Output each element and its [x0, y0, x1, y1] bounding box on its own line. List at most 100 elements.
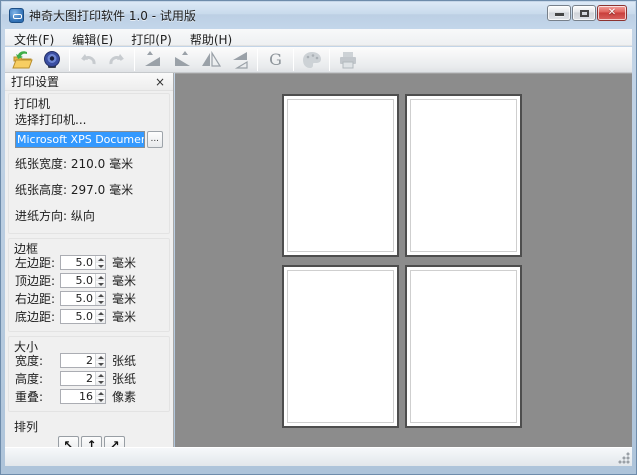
- title-bar: 神奇大图打印软件 1.0 - 试用版 ✕: [2, 2, 635, 29]
- menu-help[interactable]: 帮助(H): [181, 30, 241, 47]
- printer-name-value: Microsoft XPS Document Writer: [16, 132, 144, 147]
- margin-top-stepper[interactable]: 5.0: [60, 273, 106, 288]
- spinner-down-icon[interactable]: [96, 298, 105, 305]
- arrange-group: 排列 ↖ ↑ ↗ ← → ↙ ↓ ↘: [8, 416, 170, 447]
- margin-right-label: 右边距:: [15, 292, 56, 306]
- arrange-group-label: 排列: [14, 420, 39, 434]
- redo-button: [102, 48, 131, 72]
- paper-height-unit: 毫米: [109, 183, 134, 197]
- feed-direction-label: 进纸方向:: [15, 209, 68, 223]
- close-button[interactable]: ✕: [597, 5, 627, 21]
- panel-title: 打印设置: [11, 75, 60, 89]
- rotate-left-button[interactable]: [138, 48, 167, 72]
- overlap-label: 重叠:: [15, 390, 44, 404]
- minimize-icon: [555, 13, 564, 16]
- menu-print[interactable]: 打印(P): [122, 30, 181, 47]
- margin-right-value: 5.0: [75, 292, 94, 305]
- spinner-down-icon[interactable]: [96, 378, 105, 385]
- flip-vertical-icon: [230, 51, 250, 69]
- resize-grip-icon[interactable]: [617, 451, 630, 464]
- width-unit: 张纸: [112, 354, 137, 368]
- maximize-button[interactable]: [572, 5, 596, 21]
- paper-height-label: 纸张高度:: [15, 183, 68, 197]
- height-stepper[interactable]: 2: [60, 371, 106, 386]
- spinner-down-icon[interactable]: [96, 396, 105, 403]
- window-controls: ✕: [547, 5, 627, 21]
- undo-button: [73, 48, 102, 72]
- rotate-right-button[interactable]: [167, 48, 196, 72]
- margins-group-label: 边框: [14, 242, 39, 256]
- flip-horizontal-button[interactable]: [196, 48, 225, 72]
- spinner-down-icon[interactable]: [96, 262, 105, 269]
- toolbar-separator: [69, 48, 70, 71]
- toolbar-separator: [329, 48, 330, 71]
- size-group-label: 大小: [14, 340, 39, 354]
- margin-left-value: 5.0: [75, 256, 94, 269]
- panel-close-icon[interactable]: ×: [153, 76, 167, 88]
- select-printer-label: 选择打印机...: [15, 113, 87, 127]
- margin-left-stepper[interactable]: 5.0: [60, 255, 106, 270]
- panel-header: 打印设置 ×: [5, 73, 173, 91]
- app-window: 神奇大图打印软件 1.0 - 试用版 ✕ 文件(F) 编辑(E) 打印(P) 帮…: [0, 0, 637, 475]
- page-preview-4[interactable]: [405, 265, 522, 428]
- paper-width-info: 纸张宽度: 210.0 毫米: [12, 150, 166, 176]
- spinner-down-icon[interactable]: [96, 316, 105, 323]
- rotate-right-icon: [172, 50, 192, 69]
- printer-name-input[interactable]: Microsoft XPS Document Writer: [15, 131, 145, 148]
- page-grid: [282, 94, 522, 428]
- overlap-stepper[interactable]: 16: [60, 389, 106, 404]
- feed-direction-value: 纵向: [70, 209, 95, 223]
- print-settings-panel: 打印设置 × 打印机 选择打印机... Microsoft XPS Docume…: [5, 73, 174, 447]
- open-image-button[interactable]: [8, 48, 37, 72]
- margin-left-unit: 毫米: [112, 256, 137, 270]
- margin-top-label: 顶边距:: [15, 274, 56, 288]
- arrange-up-button[interactable]: ↑: [81, 436, 102, 447]
- redo-arrow-icon: [107, 51, 127, 69]
- print-button: [333, 48, 362, 72]
- palette-icon: [302, 51, 322, 69]
- overlap-row: 重叠: 16 像素: [12, 388, 166, 405]
- arrange-up-right-button[interactable]: ↗: [104, 436, 125, 447]
- feed-direction-info: 进纸方向: 纵向: [12, 202, 166, 228]
- grayscale-button[interactable]: G: [261, 48, 290, 72]
- minimize-button[interactable]: [547, 5, 571, 21]
- browse-printer-button[interactable]: ...: [146, 131, 163, 148]
- margin-top-value: 5.0: [75, 274, 94, 287]
- camera-icon: [42, 50, 62, 70]
- paper-width-unit: 毫米: [109, 157, 134, 171]
- margin-right-stepper[interactable]: 5.0: [60, 291, 106, 306]
- menu-edit[interactable]: 编辑(E): [63, 30, 122, 47]
- paper-width-label: 纸张宽度:: [15, 157, 68, 171]
- height-value: 2: [86, 372, 93, 385]
- printer-group-label: 打印机: [14, 97, 51, 111]
- capture-button[interactable]: [37, 48, 66, 72]
- margin-top-row: 顶边距: 5.0 毫米: [12, 272, 166, 289]
- page-preview-1[interactable]: [282, 94, 399, 257]
- margin-bottom-label: 底边距:: [15, 310, 56, 324]
- preview-area[interactable]: [175, 73, 632, 447]
- close-icon: ✕: [607, 7, 617, 18]
- undo-arrow-icon: [78, 51, 98, 69]
- paper-height-info: 纸张高度: 297.0 毫米: [12, 176, 166, 202]
- arrow-up-icon: ↑: [86, 438, 97, 447]
- toolbar: G: [5, 47, 632, 73]
- folder-open-icon: [11, 50, 34, 70]
- page-preview-3[interactable]: [282, 265, 399, 428]
- flip-vertical-button[interactable]: [225, 48, 254, 72]
- page-preview-2[interactable]: [405, 94, 522, 257]
- spinner-down-icon[interactable]: [96, 360, 105, 367]
- rotate-left-icon: [143, 50, 163, 69]
- spinner-down-icon[interactable]: [96, 280, 105, 287]
- width-stepper[interactable]: 2: [60, 353, 106, 368]
- width-value: 2: [86, 354, 93, 367]
- menu-file[interactable]: 文件(F): [5, 30, 63, 47]
- printer-group: 打印机 选择打印机... Microsoft XPS Document Writ…: [8, 93, 170, 234]
- toolbar-separator: [134, 48, 135, 71]
- margin-right-row: 右边距: 5.0 毫米: [12, 290, 166, 307]
- size-group: 大小 宽度: 2 张纸 高度: 2 张纸 重叠: 16 像素: [8, 336, 170, 412]
- arrange-up-left-button[interactable]: ↖: [58, 436, 79, 447]
- menu-bar: 文件(F) 编辑(E) 打印(P) 帮助(H): [5, 29, 632, 47]
- printer-icon: [338, 51, 358, 69]
- toolbar-separator: [293, 48, 294, 71]
- margin-bottom-stepper[interactable]: 5.0: [60, 309, 106, 324]
